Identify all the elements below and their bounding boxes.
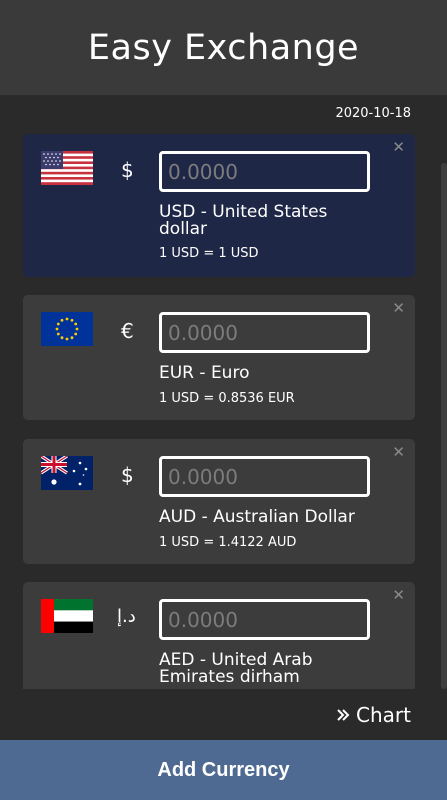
currency-list[interactable]: ✕ $ USD - United Sta — [0, 134, 447, 689]
close-icon[interactable]: ✕ — [392, 586, 405, 604]
chart-link-label: Chart — [356, 703, 411, 727]
amount-input-aud[interactable] — [159, 456, 370, 497]
currency-symbol: € — [121, 319, 134, 343]
us-flag-icon — [41, 151, 93, 185]
add-currency-button[interactable]: Add Currency — [0, 740, 447, 800]
amount-input-usd[interactable] — [159, 151, 370, 192]
eu-flag-icon — [41, 312, 93, 346]
currency-card-usd[interactable]: ✕ $ USD - United Sta — [23, 134, 415, 277]
currency-name: EUR - Euro — [159, 363, 250, 383]
close-icon[interactable]: ✕ — [392, 443, 405, 461]
close-icon[interactable]: ✕ — [392, 299, 405, 317]
au-flag-icon — [41, 456, 93, 490]
close-icon[interactable]: ✕ — [392, 138, 405, 156]
currency-name: AED - United Arab Emirates dirham — [159, 650, 313, 687]
currency-card-eur[interactable]: ✕ € EUR - Euro 1 USD = 0.8536 EUR — [23, 295, 415, 420]
exchange-rate: 1 USD = 1.4122 AUD — [159, 535, 297, 550]
rates-date: 2020-10-18 — [335, 106, 411, 121]
list-scrollbar[interactable] — [441, 163, 447, 689]
currency-name: USD - United States dollar — [159, 202, 328, 239]
double-chevron-right-icon — [336, 703, 350, 727]
currency-symbol: $ — [121, 158, 134, 182]
currency-card-aud[interactable]: ✕ $ AUD — [23, 439, 415, 564]
currency-name: AUD - Australian Dollar — [159, 507, 355, 527]
app-title: Easy Exchange — [87, 27, 360, 68]
currency-symbol: $ — [121, 463, 134, 487]
amount-input-aed[interactable] — [159, 599, 370, 640]
exchange-rate: 1 USD = 1 USD — [159, 246, 259, 261]
currency-card-aed[interactable]: ✕ د.إ AED - United Arab Emirates dirham — [23, 582, 415, 689]
currency-symbol: د.إ — [117, 606, 136, 627]
amount-input-eur[interactable] — [159, 312, 370, 353]
app-header: Easy Exchange — [0, 0, 447, 95]
exchange-rate: 1 USD = 0.8536 EUR — [159, 391, 295, 406]
ae-flag-icon — [41, 599, 93, 633]
chart-link[interactable]: Chart — [336, 703, 411, 727]
